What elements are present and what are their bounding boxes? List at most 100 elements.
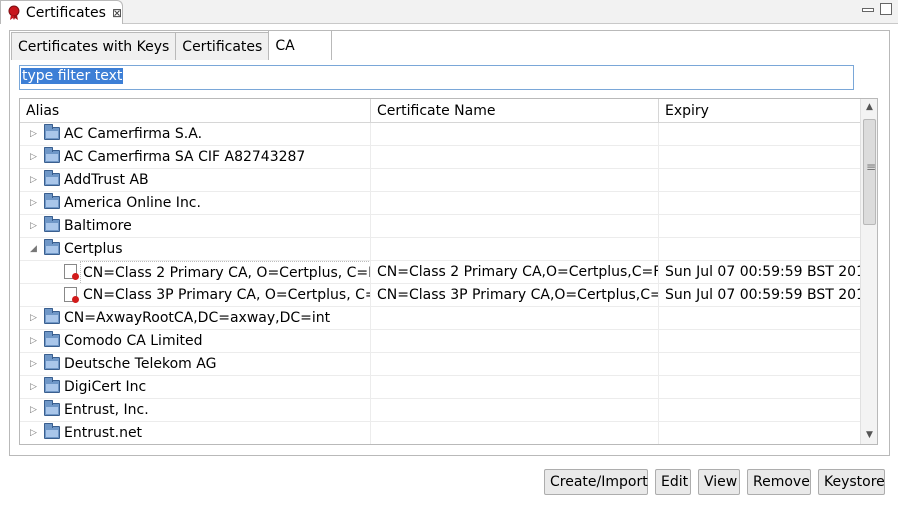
collapsed-arrow-icon[interactable]: ▷	[30, 422, 40, 444]
table-row[interactable]: ▷ Comodo CA Limited	[20, 330, 860, 353]
minimize-icon[interactable]	[862, 8, 874, 12]
window-controls	[862, 3, 892, 15]
expiry-cell	[659, 307, 860, 330]
certificate-name-cell	[371, 169, 659, 192]
expiry-cell	[659, 376, 860, 399]
certificate-name-cell	[371, 192, 659, 215]
expiry-cell	[659, 353, 860, 376]
table-rows: ▷ AC Camerfirma S.A. ▷ AC Camerfirma SA CIF…	[20, 123, 860, 444]
alias-label: America Online Inc.	[64, 195, 201, 211]
collapsed-arrow-icon[interactable]: ▷	[30, 123, 40, 145]
folder-icon	[44, 423, 60, 439]
alias-cell: ▷ Comodo CA Limited	[20, 330, 371, 353]
table-row[interactable]: ▷ America Online Inc.	[20, 192, 860, 215]
alias-cell: ▷ Entrust, Inc.	[20, 399, 371, 422]
maximize-icon[interactable]	[880, 3, 892, 15]
scroll-thumb[interactable]	[863, 119, 876, 225]
table-header: Alias Certificate Name Expiry	[20, 99, 860, 123]
table-row[interactable]: ▷ Entrust.net	[20, 422, 860, 444]
column-header-expiry[interactable]: Expiry	[659, 99, 860, 123]
alias-label: DigiCert Inc	[64, 379, 147, 395]
scroll-up-icon[interactable]: ▲	[861, 99, 877, 116]
alias-cell: ▷ DigiCert Inc	[20, 376, 371, 399]
expiry-cell: Sun Jul 07 00:59:59 BST 2019	[665, 264, 860, 280]
view-title: Certificates	[25, 4, 106, 21]
alias-cell: ▷ AC Camerfirma SA CIF A82743287	[20, 146, 371, 169]
table-row[interactable]: ▷ DigiCert Inc	[20, 376, 860, 399]
folder-icon	[44, 147, 60, 163]
collapsed-arrow-icon[interactable]: ▷	[30, 192, 40, 214]
collapsed-arrow-icon[interactable]: ▷	[30, 353, 40, 375]
certificate-name-cell	[371, 376, 659, 399]
certificate-name-cell	[371, 307, 659, 330]
column-header-certificate-name[interactable]: Certificate Name	[371, 99, 659, 123]
tab-ca[interactable]: CA	[268, 30, 333, 60]
alias-label: AC Camerfirma SA CIF A82743287	[64, 149, 306, 165]
folder-icon	[44, 124, 60, 140]
expanded-arrow-icon[interactable]: ◢	[30, 238, 40, 260]
vertical-scrollbar[interactable]: ▲ ▼	[860, 99, 877, 444]
filter-input[interactable]: type filter text	[19, 65, 854, 90]
alias-cell: ▷ Entrust.net	[20, 422, 371, 444]
certificate-name-cell	[371, 353, 659, 376]
column-header-alias[interactable]: Alias	[20, 99, 371, 123]
table-row[interactable]: ▷ AddTrust AB	[20, 169, 860, 192]
folder-icon	[44, 170, 60, 186]
table-row[interactable]: CN=Class 3P Primary CA, O=Certplus, C=FR…	[20, 284, 860, 307]
expiry-cell	[659, 330, 860, 353]
folder-icon	[44, 308, 60, 324]
expiry-cell	[659, 215, 860, 238]
expiry-cell	[659, 192, 860, 215]
edit-button[interactable]: Edit	[655, 469, 691, 495]
table-row[interactable]: ▷ AC Camerfirma S.A.	[20, 123, 860, 146]
collapsed-arrow-icon[interactable]: ▷	[30, 146, 40, 168]
remove-button[interactable]: Remove	[747, 469, 811, 495]
filter-text: type filter text	[21, 68, 124, 84]
create-import-button[interactable]: Create/Import	[544, 469, 648, 495]
alias-label: CN=Class 2 Primary CA, O=Certplus, C=FR	[80, 261, 370, 284]
table-row[interactable]: ▷ AC Camerfirma SA CIF A82743287	[20, 146, 860, 169]
tab-certificates[interactable]: Certificates	[175, 32, 270, 60]
alias-label: Entrust, Inc.	[64, 402, 149, 418]
certificate-name-cell: CN=Class 3P Primary CA,O=Certplus,C=FR	[371, 284, 659, 307]
alias-cell: ▷ America Online Inc.	[20, 192, 371, 215]
keystore-button[interactable]: Keystore	[818, 469, 885, 495]
table-row[interactable]: ▷ Deutsche Telekom AG	[20, 353, 860, 376]
table-row[interactable]: ▷ Entrust, Inc.	[20, 399, 860, 422]
table-row[interactable]: ◢ Certplus	[20, 238, 860, 261]
alias-cell: CN=Class 3P Primary CA, O=Certplus, C=FR	[20, 284, 371, 307]
collapsed-arrow-icon[interactable]: ▷	[30, 376, 40, 398]
table-row[interactable]: ▷ CN=AxwayRootCA,DC=axway,DC=int	[20, 307, 860, 330]
collapsed-arrow-icon[interactable]: ▷	[30, 169, 40, 191]
collapsed-arrow-icon[interactable]: ▷	[30, 399, 40, 421]
tab-certificates-with-keys[interactable]: Certificates with Keys	[11, 32, 177, 60]
certificate-name-cell	[371, 399, 659, 422]
certificates-view-tab[interactable]: Certificates ⊠	[0, 0, 123, 24]
certificate-tabs: Certificates with Keys Certificates CA	[11, 30, 333, 60]
table-row[interactable]: CN=Class 2 Primary CA, O=Certplus, C=FR C…	[20, 261, 860, 284]
expiry-cell: Sun Jul 07 00:59:59 BST 2019	[665, 287, 860, 303]
alias-label: Deutsche Telekom AG	[64, 356, 217, 372]
folder-icon	[44, 400, 60, 416]
alias-cell: ◢ Certplus	[20, 238, 371, 261]
close-icon[interactable]: ⊠	[112, 6, 122, 20]
alias-label: AC Camerfirma S.A.	[64, 126, 203, 142]
certificate-name-cell	[371, 146, 659, 169]
collapsed-arrow-icon[interactable]: ▷	[30, 330, 40, 352]
alias-cell: ▷ AC Camerfirma S.A.	[20, 123, 371, 146]
folder-icon	[44, 216, 60, 232]
certificate-name-cell	[371, 422, 659, 444]
certificate-name-cell	[371, 330, 659, 353]
alias-cell: ▷ AddTrust AB	[20, 169, 371, 192]
certificate-icon	[64, 287, 79, 303]
folder-icon	[44, 193, 60, 209]
certificate-tree-table: Alias Certificate Name Expiry ▷ AC Camerf…	[19, 98, 878, 445]
collapsed-arrow-icon[interactable]: ▷	[30, 307, 40, 329]
table-row[interactable]: ▷ Baltimore	[20, 215, 860, 238]
alias-cell: ▷ CN=AxwayRootCA,DC=axway,DC=int	[20, 307, 371, 330]
alias-cell: ▷ Baltimore	[20, 215, 371, 238]
view-button[interactable]: View	[698, 469, 740, 495]
collapsed-arrow-icon[interactable]: ▷	[30, 215, 40, 237]
scroll-down-icon[interactable]: ▼	[861, 427, 877, 444]
folder-icon	[44, 331, 60, 347]
